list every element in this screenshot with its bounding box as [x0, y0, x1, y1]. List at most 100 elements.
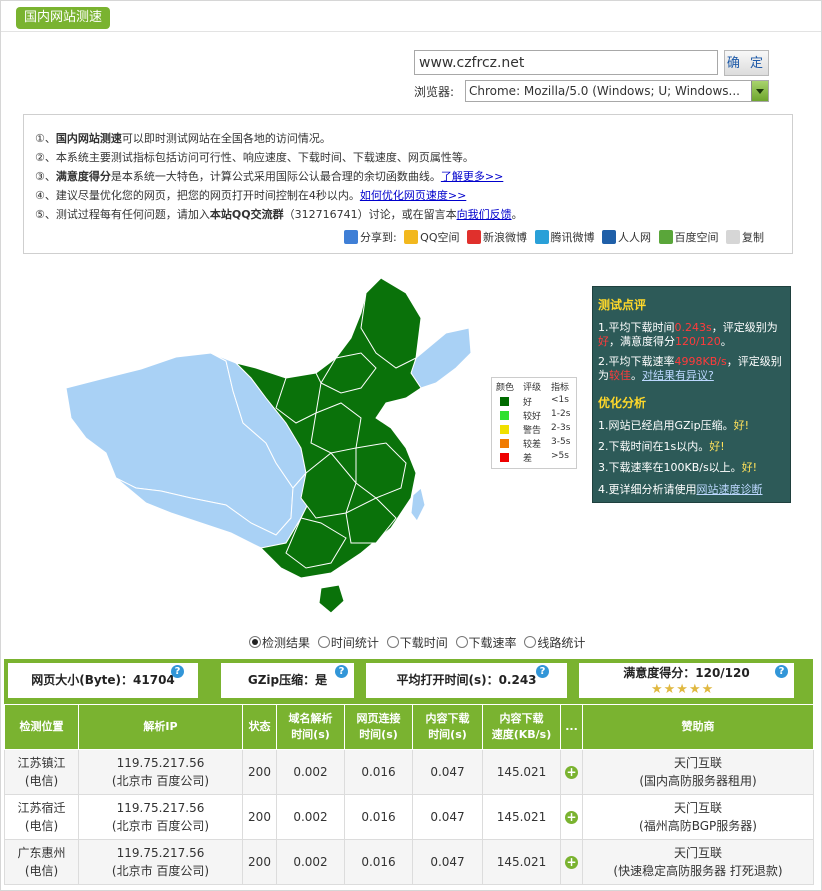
cell-dl: 0.047: [412, 749, 483, 795]
cell-status: 200: [242, 749, 277, 795]
title-divider: [1, 31, 821, 32]
legend-row-bad: 差 >5s: [495, 451, 575, 464]
share-tencent-weibo[interactable]: 腾讯微博: [534, 229, 595, 245]
opt-item-2: 2.下载时间在1s以内。好!: [598, 440, 725, 453]
radio[interactable]: [524, 636, 537, 648]
result-view-tabs: 检测结果 时间统计 下载时间 下载速率 线路统计: [249, 634, 589, 651]
copy-icon: [726, 230, 740, 244]
cell-location: 江苏宿迁 (电信): [4, 794, 79, 840]
cell-location: 广东惠州 (电信): [4, 839, 79, 885]
info-item-2: ②、本系统主要测试指标包括访问可行性、响应速度、下载时间、下载速度、网页属性等。: [35, 151, 474, 164]
browser-select[interactable]: Chrome: Mozilla/5.0 (Windows; U; Windows…: [465, 80, 769, 102]
tab-route-stats[interactable]: 线路统计: [524, 634, 585, 651]
legend-swatch: [500, 425, 509, 434]
share-renren[interactable]: 人人网: [602, 229, 651, 245]
help-icon[interactable]: ?: [775, 665, 788, 678]
tab-time-stats[interactable]: 时间统计: [317, 634, 379, 651]
feedback-link[interactable]: 向我们反馈: [457, 208, 512, 221]
legend-swatch: [500, 411, 509, 420]
help-icon[interactable]: ?: [536, 665, 549, 678]
learn-more-link[interactable]: 了解更多>>: [441, 170, 503, 183]
radio[interactable]: [455, 636, 468, 648]
opt-item-3: 3.下载速率在100KB/s以上。好!: [598, 461, 758, 474]
col-ip: 解析IP: [78, 704, 243, 750]
chevron-down-icon[interactable]: [751, 81, 768, 101]
radio-selected[interactable]: [249, 636, 261, 648]
opt-item-4: 4.更详细分析请使用网站速度诊断: [598, 483, 763, 496]
browser-label: 浏览器:: [414, 85, 455, 99]
dispute-link[interactable]: 对结果有异议?: [642, 369, 714, 382]
cell-sponsor[interactable]: 天门互联 (快速稳定高防服务器 打死退款): [582, 839, 814, 885]
legend-row-warn: 警告 2-3s: [495, 423, 575, 436]
cell-dns: 0.002: [276, 839, 345, 885]
table-header-row: 检测位置 解析IP 状态 域名解析 时间(s) 网页连接 时间(s) 内容下载 …: [4, 704, 814, 750]
evaluation-p1: 1.平均下载时间0.243s，评定级别为好，满意度得分120/120。: [598, 321, 778, 348]
baidu-space-icon: [658, 230, 673, 244]
legend-swatch: [500, 439, 509, 448]
cell-ip: 119.75.217.56 (北京市 百度公司): [78, 839, 243, 885]
stats-bar: 网页大小(Byte)：41704 ? GZip压缩：是 ? 平均打开时间(s)：…: [4, 659, 813, 704]
page-frame: 国内网站测速 www.czfrcz.net 确 定 浏览器: Chrome: M…: [0, 0, 822, 891]
info-box: ①、国内网站测速可以即时测试网站在全国各地的访问情况。 ②、本系统主要测试指标包…: [23, 114, 793, 254]
cell-sponsor[interactable]: 天门互联 (国内高防服务器租用): [582, 749, 814, 795]
tab-results[interactable]: 检测结果: [249, 634, 310, 651]
stat-gzip: GZip压缩：是 ?: [221, 663, 354, 698]
legend-row-good: 好 <1s: [495, 395, 575, 408]
speed-diagnosis-link[interactable]: 网站速度诊断: [697, 483, 763, 496]
help-icon[interactable]: ?: [171, 665, 184, 678]
map-region-northeast-light: [410, 327, 472, 389]
radio[interactable]: [317, 636, 330, 648]
col-connect-time: 网页连接 时间(s): [344, 704, 413, 750]
info-item-3: ③、满意度得分是本系统一大特色，计算公式采用国际公认最合理的余切函数曲线。了解更…: [35, 170, 504, 183]
share-plus-icon: [343, 230, 358, 244]
share-sina-weibo[interactable]: 新浪微博: [467, 229, 527, 245]
tab-download-rate[interactable]: 下载速率: [455, 634, 517, 651]
optimize-link[interactable]: 如何优化网页速度>>: [360, 189, 466, 202]
legend-swatch: [500, 453, 509, 462]
cell-conn: 0.016: [344, 749, 413, 795]
evaluation-panel: 测试点评 1.平均下载时间0.243s，评定级别为好，满意度得分120/120。…: [592, 286, 791, 503]
legend-swatch: [500, 397, 509, 406]
cell-expand: +: [560, 839, 583, 885]
share-qzone[interactable]: QQ空间: [404, 229, 460, 245]
legend-row-fair: 较好 1-2s: [495, 409, 575, 422]
col-location: 检测位置: [4, 704, 79, 750]
help-icon[interactable]: ?: [335, 665, 348, 678]
share-copy[interactable]: 复制: [726, 229, 764, 245]
china-map: [65, 277, 472, 614]
cell-conn: 0.016: [344, 794, 413, 840]
cell-expand: +: [560, 794, 583, 840]
optimization-title: 优化分析: [598, 396, 647, 410]
cell-status: 200: [242, 839, 277, 885]
cell-location: 江苏镇江 (电信): [4, 749, 79, 795]
tab-download-time[interactable]: 下载时间: [386, 634, 448, 651]
cell-ip: 119.75.217.56 (北京市 百度公司): [78, 794, 243, 840]
tencent-weibo-icon: [534, 230, 549, 244]
url-input[interactable]: www.czfrcz.net: [414, 50, 718, 75]
info-item-5: ⑤、测试过程每有任何问题，请加入本站QQ交流群（312716741）讨论，或在留…: [35, 208, 523, 221]
cell-sponsor[interactable]: 天门互联 (福州高防BGP服务器): [582, 794, 814, 840]
expand-plus-icon[interactable]: +: [565, 856, 578, 869]
cell-dns: 0.002: [276, 794, 345, 840]
evaluation-title: 测试点评: [598, 298, 647, 312]
share-baidu-space[interactable]: 百度空间: [658, 229, 719, 245]
stat-page-size: 网页大小(Byte)：41704 ?: [8, 663, 198, 698]
table-row: 江苏镇江 (电信) 119.75.217.56 (北京市 百度公司) 200 0.0…: [4, 749, 814, 795]
stat-avg-time: 平均打开时间(s)：0.243 ?: [366, 663, 567, 698]
confirm-button[interactable]: 确 定: [724, 50, 769, 76]
expand-plus-icon[interactable]: +: [565, 766, 578, 779]
share-row: 分享到: QQ空间 新浪微博 腾讯微博 人人网 百度空间 复制: [343, 229, 764, 245]
qzone-icon: [404, 230, 419, 244]
cell-speed: 145.021: [482, 839, 561, 885]
opt-item-1: 1.网站已经启用GZip压缩。好!: [598, 419, 750, 432]
evaluation-p2: 2.平均下载速率4998KB/s，评定级别为较佳。对结果有异议?: [598, 355, 782, 382]
cell-speed: 145.021: [482, 794, 561, 840]
score-stars: ★★★★★: [651, 682, 715, 697]
page-title: 国内网站测速: [16, 7, 111, 29]
col-dns-time: 域名解析 时间(s): [276, 704, 345, 750]
info-item-4: ④、建议尽量优化您的网页，把您的网页打开时间控制在4秒以内。如何优化网页速度>>: [35, 189, 467, 202]
cell-dns: 0.002: [276, 749, 345, 795]
cell-dl: 0.047: [412, 839, 483, 885]
radio[interactable]: [386, 636, 399, 648]
expand-plus-icon[interactable]: +: [565, 811, 578, 824]
